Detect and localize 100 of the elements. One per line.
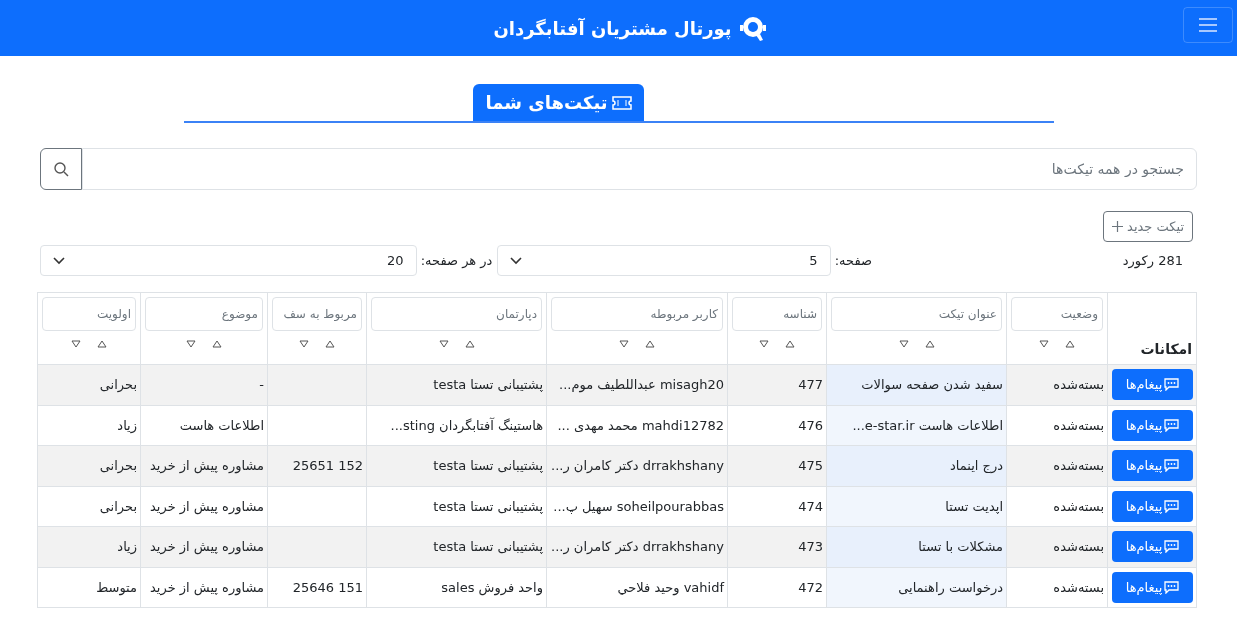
column-filter-field[interactable]: شناسه: [732, 297, 822, 331]
messages-button[interactable]: پیغام‌ها: [1112, 409, 1193, 441]
column-filter-field[interactable]: عنوان تیکت: [831, 297, 1002, 331]
sort-descending-icon[interactable]: [438, 340, 449, 348]
table-cell: اطلاعات هاست e-star.ir...: [852, 417, 1003, 433]
chat-icon: [1164, 459, 1180, 473]
chat-icon: [1164, 378, 1180, 392]
record-count: 281 رکورد: [1121, 251, 1184, 271]
column-filter-field[interactable]: مربوط به سف: [272, 297, 362, 331]
table-cell: بحرانی: [99, 377, 137, 392]
table-cell: بسته‌شده: [1053, 579, 1104, 595]
sort-descending-icon[interactable]: [619, 340, 629, 348]
table-cell: بحرانی: [99, 458, 137, 473]
table-cell: 475: [798, 458, 823, 473]
table-cell: -: [259, 377, 264, 392]
sort-descending-icon[interactable]: [759, 340, 769, 348]
table-cell: vahidf وحيد فلاحي: [617, 579, 724, 595]
select-value: 5: [809, 251, 818, 270]
table-cell: پشتیبانی تستا testa: [433, 377, 543, 392]
column-filter-field[interactable]: وضعیت: [1011, 297, 1103, 331]
table-cell: اپدیت تستا: [945, 498, 1003, 514]
menu-icon: [1198, 17, 1218, 33]
sort-ascending-icon[interactable]: [1065, 340, 1075, 348]
table-cell: 476: [798, 417, 823, 433]
table-cell: مشاوره پیش از خرید: [150, 458, 264, 473]
table-cell: سفید شدن صفحه سوالات: [861, 377, 1003, 392]
table-cell: اطلاعات هاست: [179, 417, 264, 433]
per-page-label: در هر صفحه:: [419, 251, 494, 270]
table-cell: بسته‌شده: [1053, 377, 1104, 392]
new-ticket-button[interactable]: تیکت جدید: [1103, 211, 1193, 242]
table-cell: بحرانی: [99, 498, 137, 514]
select-value: 20: [387, 251, 404, 270]
sort-descending-icon[interactable]: [186, 340, 196, 348]
sort-ascending-icon[interactable]: [785, 340, 795, 348]
sort-descending-icon[interactable]: [299, 340, 309, 348]
table-cell: مشاوره پیش از خرید: [150, 539, 264, 554]
table-cell: پشتیبانی تستا testa: [433, 498, 543, 514]
sort-ascending-icon[interactable]: [212, 340, 222, 348]
sort-ascending-icon[interactable]: [97, 340, 107, 348]
sort-descending-icon[interactable]: [71, 340, 81, 348]
table-cell: 152 25651: [292, 458, 363, 473]
table-cell: درخواست راهنمایی: [898, 579, 1003, 595]
table-cell: drrakhshany دکتر کامران ر...: [551, 458, 724, 473]
chevron-down-icon: [53, 256, 65, 265]
table-cell: mahdi12782 محمد مهدی ...: [557, 417, 724, 433]
table-cell: هاستینگ آفتابگردان sting...: [390, 417, 543, 433]
table-cell: پشتیبانی تستا testa: [433, 458, 543, 473]
table-cell: مشاوره پیش از خرید: [150, 579, 264, 595]
table-cell: بسته‌شده: [1053, 458, 1104, 473]
table-cell: drrakhshany دکتر کامران ر...: [551, 539, 724, 554]
table-cell: مشکلات با تستا: [918, 539, 1003, 554]
messages-button[interactable]: پیغام‌ها: [1112, 490, 1193, 522]
page-title: تیکت‌های شما: [485, 91, 608, 115]
messages-button[interactable]: پیغام‌ها: [1112, 531, 1193, 563]
chat-icon: [1164, 418, 1180, 432]
table-cell: misagh20 عبداللطیف موم...: [559, 377, 724, 392]
page-select[interactable]: 5: [496, 245, 831, 276]
sort-descending-icon[interactable]: [898, 340, 909, 348]
search-icon: [53, 161, 69, 177]
table-cell: مشاوره پیش از خرید: [150, 498, 264, 514]
table-cell: درج اینماد: [950, 458, 1003, 473]
column-filter-field[interactable]: اولویت: [42, 297, 136, 331]
sort-ascending-icon[interactable]: [325, 340, 335, 348]
table-cell: بسته‌شده: [1053, 498, 1104, 514]
table-cell: متوسط: [96, 579, 137, 595]
chat-icon: [1164, 540, 1180, 554]
table-cell: بسته‌شده: [1053, 417, 1104, 433]
table-cell: زیاد: [117, 417, 137, 433]
search-button[interactable]: [40, 148, 82, 190]
table-cell: بسته‌شده: [1053, 539, 1104, 554]
search-field[interactable]: جستجو در همه تیکت‌ها: [82, 148, 1197, 190]
messages-button[interactable]: پیغام‌ها: [1112, 450, 1193, 482]
chevron-down-icon: [509, 256, 522, 265]
table-cell: واحد فروش sales: [441, 579, 543, 595]
chat-icon: [1164, 580, 1180, 594]
table-cell: 473: [798, 539, 823, 554]
table-cell: 477: [798, 377, 823, 392]
page-label: صفحه:: [833, 251, 872, 270]
sort-ascending-icon[interactable]: [924, 340, 935, 348]
ticket-icon: [611, 95, 632, 110]
table-cell: soheilpourabbas سهیل پ...: [553, 498, 724, 514]
messages-button[interactable]: پیغام‌ها: [1112, 369, 1193, 401]
column-filter-field[interactable]: موضوع: [145, 297, 263, 331]
table-cell: 151 25646: [292, 579, 363, 595]
table-cell: پشتیبانی تستا testa: [433, 539, 543, 554]
messages-button[interactable]: پیغام‌ها: [1112, 571, 1193, 603]
column-filter-field[interactable]: دپارتمان: [371, 297, 542, 331]
table-cell: 472: [798, 579, 823, 595]
sort-descending-icon[interactable]: [1039, 340, 1049, 348]
per-page-select[interactable]: 20: [40, 245, 417, 276]
column-header: امکانات: [1140, 341, 1192, 357]
chat-icon: [1164, 499, 1180, 513]
sort-ascending-icon[interactable]: [645, 340, 655, 348]
column-filter-field[interactable]: کاربر مربوطه: [551, 297, 723, 331]
plus-icon: [1112, 221, 1124, 232]
table-cell: زیاد: [117, 539, 137, 554]
portal-title: پورتال مشتریان آفتابگردان: [493, 16, 732, 42]
table-cell: 474: [798, 498, 823, 514]
sort-ascending-icon[interactable]: [464, 340, 475, 348]
menu-button[interactable]: [1183, 7, 1233, 43]
